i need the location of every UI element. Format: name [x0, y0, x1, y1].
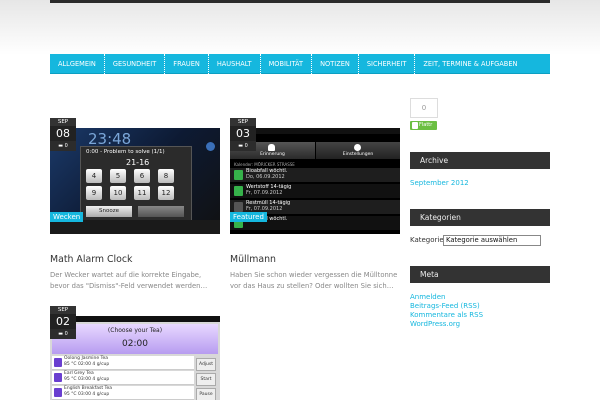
dock-bar — [50, 220, 220, 234]
date-badge: SEP 02 ▬ 0 — [50, 306, 76, 339]
start-button: Start — [196, 373, 216, 386]
problem-text: 0:00 - Problem to solve (1/1) — [86, 149, 165, 155]
list-item: English Breakfast Tea 95 °C 03:00 4 g/cu… — [52, 386, 194, 400]
tea-temp: 95 °C — [64, 377, 77, 382]
post-excerpt: Der Wecker wartet auf die korrekte Einga… — [50, 271, 208, 290]
tab-erinnerung-label: Erinnerung — [260, 152, 285, 157]
pause-button: Pause — [196, 388, 216, 400]
tea-amount: 4 g/cup — [92, 377, 110, 382]
tea-time: 03:00 — [78, 377, 91, 382]
nav-item-gesundheit[interactable]: GESUNDHEIT — [105, 53, 166, 74]
comment-count[interactable]: ▬ 0 — [50, 329, 76, 339]
post-title[interactable]: Math Alarm Clock — [50, 254, 132, 265]
flattr-label: Flattr — [419, 122, 433, 128]
list-item: Bioabfall wöchtl. Do, 06.09.2012 — [230, 168, 400, 182]
key-9: 9 — [86, 186, 102, 200]
meta-link-beitrags-feed[interactable]: Beitrags-Feed (RSS) — [410, 302, 480, 310]
tea-temp: 95 °C — [64, 392, 77, 397]
phone-icon — [206, 142, 215, 151]
nav-item-sicherheit[interactable]: SICHERHEIT — [359, 53, 416, 74]
tea-name: English Breakfast Tea — [64, 386, 113, 391]
nav-item-haushalt[interactable]: HAUSHALT — [209, 53, 261, 74]
waste-date: Fr, 07.09.2012 — [246, 190, 283, 196]
comment-count[interactable]: ▬ 0 — [50, 141, 76, 151]
post-category-badge[interactable]: Featured — [230, 212, 267, 222]
comment-count-value: 0 — [64, 143, 68, 149]
tea-icon — [54, 358, 62, 367]
widget-title-categories: Kategorien — [410, 209, 550, 226]
key-11: 11 — [134, 186, 150, 200]
nav-item-frauen[interactable]: FRAUEN — [165, 53, 209, 74]
date-day: 08 — [56, 127, 70, 140]
street-label: Kalender: MÖRICKER STRASSE — [234, 162, 295, 167]
main-navigation: ALLGEMEIN GESUNDHEIT FRAUEN HAUSHALT MOB… — [50, 53, 550, 74]
tab-einstellungen-label: Einstellungen — [342, 152, 374, 157]
flattr-icon — [412, 122, 418, 129]
like-counter[interactable]: 0 — [410, 98, 438, 118]
widget-title-archive: Archive — [410, 152, 550, 169]
nav-item-allgemein[interactable]: ALLGEMEIN — [50, 53, 105, 74]
post-excerpt: Haben Sie schon wieder vergessen die Mül… — [230, 271, 398, 290]
list-item: Wertstoff 14-tägig Fr, 07.09.2012 — [230, 184, 400, 198]
date-month: SEP — [50, 306, 76, 314]
widget-title-meta: Meta — [410, 266, 550, 283]
meta-link-wordpress-org[interactable]: WordPress.org — [410, 320, 460, 328]
date-month: SEP — [230, 118, 256, 126]
key-6: 6 — [134, 169, 150, 183]
meta-link-kommentare-rss[interactable]: Kommentare als RSS — [410, 311, 483, 319]
tea-header: (Choose your Tea) 02:00 — [52, 324, 218, 354]
date-badge: SEP 08 ▬ 0 — [50, 118, 76, 151]
key-8: 8 — [158, 169, 174, 183]
key-10: 10 — [110, 186, 126, 200]
flattr-button[interactable]: Flattr — [410, 121, 437, 130]
tea-temp: 85 °C — [64, 362, 77, 367]
tea-icon — [54, 373, 62, 382]
comment-count-value: 0 — [64, 331, 68, 337]
nav-item-zeit-termine[interactable]: ZEIT, TERMINE & AUFGABEN — [415, 54, 525, 74]
post-title[interactable]: Müllmann — [230, 254, 276, 265]
bin-icon — [234, 186, 243, 196]
key-4: 4 — [86, 169, 102, 183]
tea-time: 03:00 — [78, 392, 91, 397]
tea-amount: 4 g/cup — [92, 392, 110, 397]
top-dark-bar — [50, 0, 550, 3]
list-item: Oolong Jasmine Tea 85 °C 02:00 4 g/cup — [52, 356, 194, 370]
equation-text: 21-16 — [126, 158, 150, 167]
bin-icon — [234, 202, 243, 212]
date-month: SEP — [50, 118, 76, 126]
nav-item-notizen[interactable]: NOTIZEN — [312, 53, 359, 74]
date-day: 03 — [236, 127, 250, 140]
tea-name: Earl Grey Tea — [64, 371, 94, 376]
tea-amount: 4 g/cup — [92, 362, 110, 367]
tea-name: Oolong Jasmine Tea — [64, 356, 109, 361]
tea-header-title: (Choose your Tea) — [107, 327, 163, 334]
nav-item-mobilitaet[interactable]: MOBILITÄT — [261, 53, 313, 74]
waste-date: Do, 06.09.2012 — [246, 174, 285, 180]
gear-icon — [354, 144, 361, 151]
adjust-button: Adjust — [196, 358, 216, 371]
archive-link-september-2012[interactable]: September 2012 — [410, 179, 469, 187]
post-category-badge[interactable]: Wecken — [50, 212, 84, 222]
meta-link-anmelden[interactable]: Anmelden — [410, 293, 445, 301]
tea-time: 02:00 — [78, 362, 91, 367]
tea-timer: 02:00 — [122, 339, 148, 349]
list-item: Earl Grey Tea 95 °C 03:00 4 g/cup — [52, 371, 194, 385]
comment-count[interactable]: ▬ 0 — [230, 141, 256, 151]
date-day: 02 — [56, 315, 70, 328]
categories-select[interactable]: Kategorie auswählen — [443, 235, 541, 246]
bin-icon — [234, 170, 243, 180]
bell-icon — [268, 144, 275, 151]
comment-count-value: 0 — [244, 143, 248, 149]
dismiss-button — [138, 206, 184, 217]
snooze-button: Snooze — [86, 206, 132, 217]
key-12: 12 — [158, 186, 174, 200]
tea-icon — [54, 388, 62, 397]
key-5: 5 — [110, 169, 126, 183]
date-badge: SEP 03 ▬ 0 — [230, 118, 256, 151]
